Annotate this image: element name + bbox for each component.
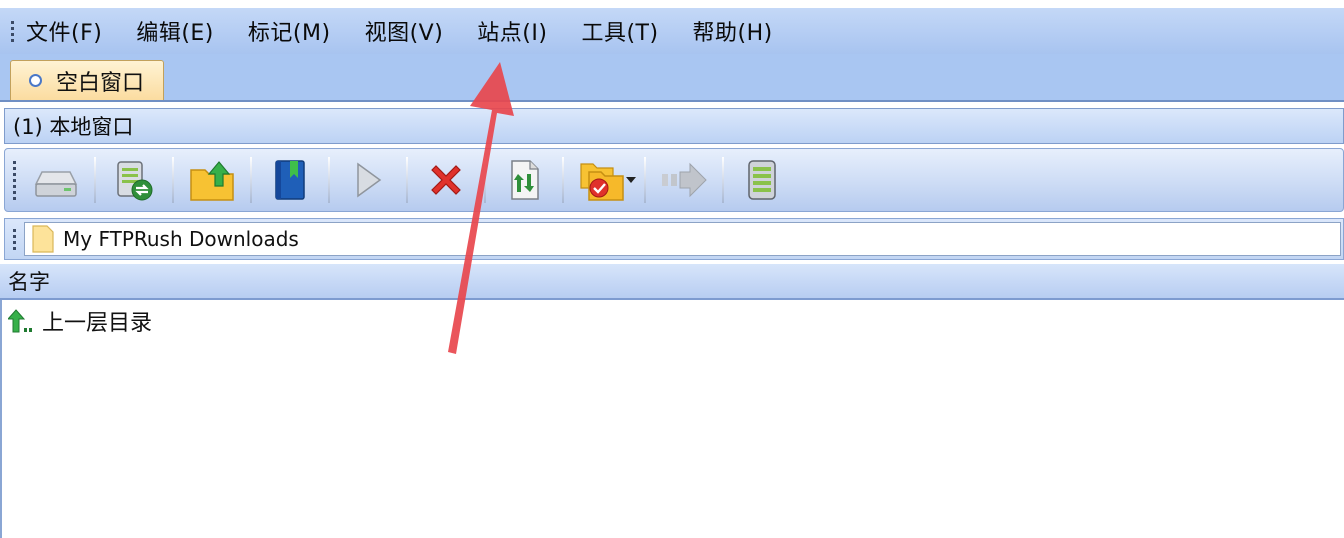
column-header-label: 名字 bbox=[8, 270, 50, 294]
list-item-label: 上一层目录 bbox=[42, 311, 153, 336]
path-field[interactable]: My FTPRush Downloads bbox=[24, 222, 1341, 256]
tab-blank-window[interactable]: 空白窗口 bbox=[10, 60, 164, 100]
toolbar-separator bbox=[644, 157, 646, 203]
refresh-drive-button[interactable] bbox=[104, 152, 164, 208]
toolbar-separator bbox=[484, 157, 486, 203]
menu-site[interactable]: 站点(I) bbox=[477, 15, 547, 47]
toolbar-separator bbox=[562, 157, 564, 203]
play-icon bbox=[357, 162, 382, 198]
server-list-icon bbox=[748, 160, 776, 200]
refresh-drive-icon bbox=[117, 161, 153, 201]
forward-button[interactable] bbox=[654, 152, 714, 208]
menubar-grip[interactable] bbox=[11, 20, 14, 42]
folder-up-button[interactable] bbox=[182, 152, 242, 208]
menu-tools[interactable]: 工具(T) bbox=[581, 15, 658, 47]
column-header-name[interactable]: 名字 bbox=[0, 264, 1344, 300]
tab-strip: 空白窗口 bbox=[0, 54, 1344, 102]
toolbar-separator bbox=[250, 157, 252, 203]
local-window-title: (1) 本地窗口 bbox=[4, 108, 1344, 144]
toolbar-separator bbox=[94, 157, 96, 203]
toolbar-separator bbox=[172, 157, 174, 203]
folder-icon bbox=[32, 225, 54, 253]
drive-button[interactable] bbox=[26, 152, 86, 208]
folder-filter-button[interactable] bbox=[572, 152, 632, 208]
tab-status-dot-icon bbox=[29, 74, 42, 87]
chevron-down-icon bbox=[626, 177, 636, 183]
bookmark-icon bbox=[275, 160, 305, 200]
server-list-button[interactable] bbox=[732, 152, 792, 208]
folder-up-icon bbox=[190, 161, 234, 201]
folder-filter-icon bbox=[580, 163, 624, 201]
parent-dir-icon bbox=[8, 309, 32, 333]
bookmark-button[interactable] bbox=[260, 152, 320, 208]
forward-arrow-icon bbox=[662, 162, 707, 198]
delete-icon bbox=[431, 165, 461, 195]
addressbar-grip[interactable] bbox=[13, 228, 16, 250]
menu-edit[interactable]: 编辑(E) bbox=[136, 15, 214, 47]
play-button[interactable] bbox=[338, 152, 398, 208]
menu-help[interactable]: 帮助(H) bbox=[693, 15, 773, 47]
menu-bar: 文件(F) 编辑(E) 标记(M) 视图(V) 站点(I) 工具(T) 帮助(H… bbox=[0, 8, 1344, 54]
drive-icon bbox=[34, 171, 78, 197]
path-text: My FTPRush Downloads bbox=[63, 227, 299, 251]
toolbar-separator bbox=[406, 157, 408, 203]
transfer-file-button[interactable] bbox=[494, 152, 554, 208]
menu-view[interactable]: 视图(V) bbox=[365, 15, 444, 47]
folder-filter-dropdown[interactable] bbox=[626, 176, 636, 184]
toolbar-separator bbox=[722, 157, 724, 203]
delete-button[interactable] bbox=[416, 152, 476, 208]
transfer-file-icon bbox=[511, 160, 539, 200]
toolbar-separator bbox=[328, 157, 330, 203]
menu-mark[interactable]: 标记(M) bbox=[248, 15, 331, 47]
local-toolbar bbox=[4, 148, 1344, 212]
menu-file[interactable]: 文件(F) bbox=[26, 15, 102, 47]
ftp-client-window: 文件(F) 编辑(E) 标记(M) 视图(V) 站点(I) 工具(T) 帮助(H… bbox=[0, 0, 1344, 538]
file-list: 上一层目录 bbox=[0, 300, 1344, 538]
address-bar: My FTPRush Downloads bbox=[4, 218, 1344, 260]
list-item[interactable]: 上一层目录 bbox=[8, 306, 152, 336]
tab-label: 空白窗口 bbox=[56, 70, 145, 96]
toolbar-grip[interactable] bbox=[13, 160, 16, 200]
